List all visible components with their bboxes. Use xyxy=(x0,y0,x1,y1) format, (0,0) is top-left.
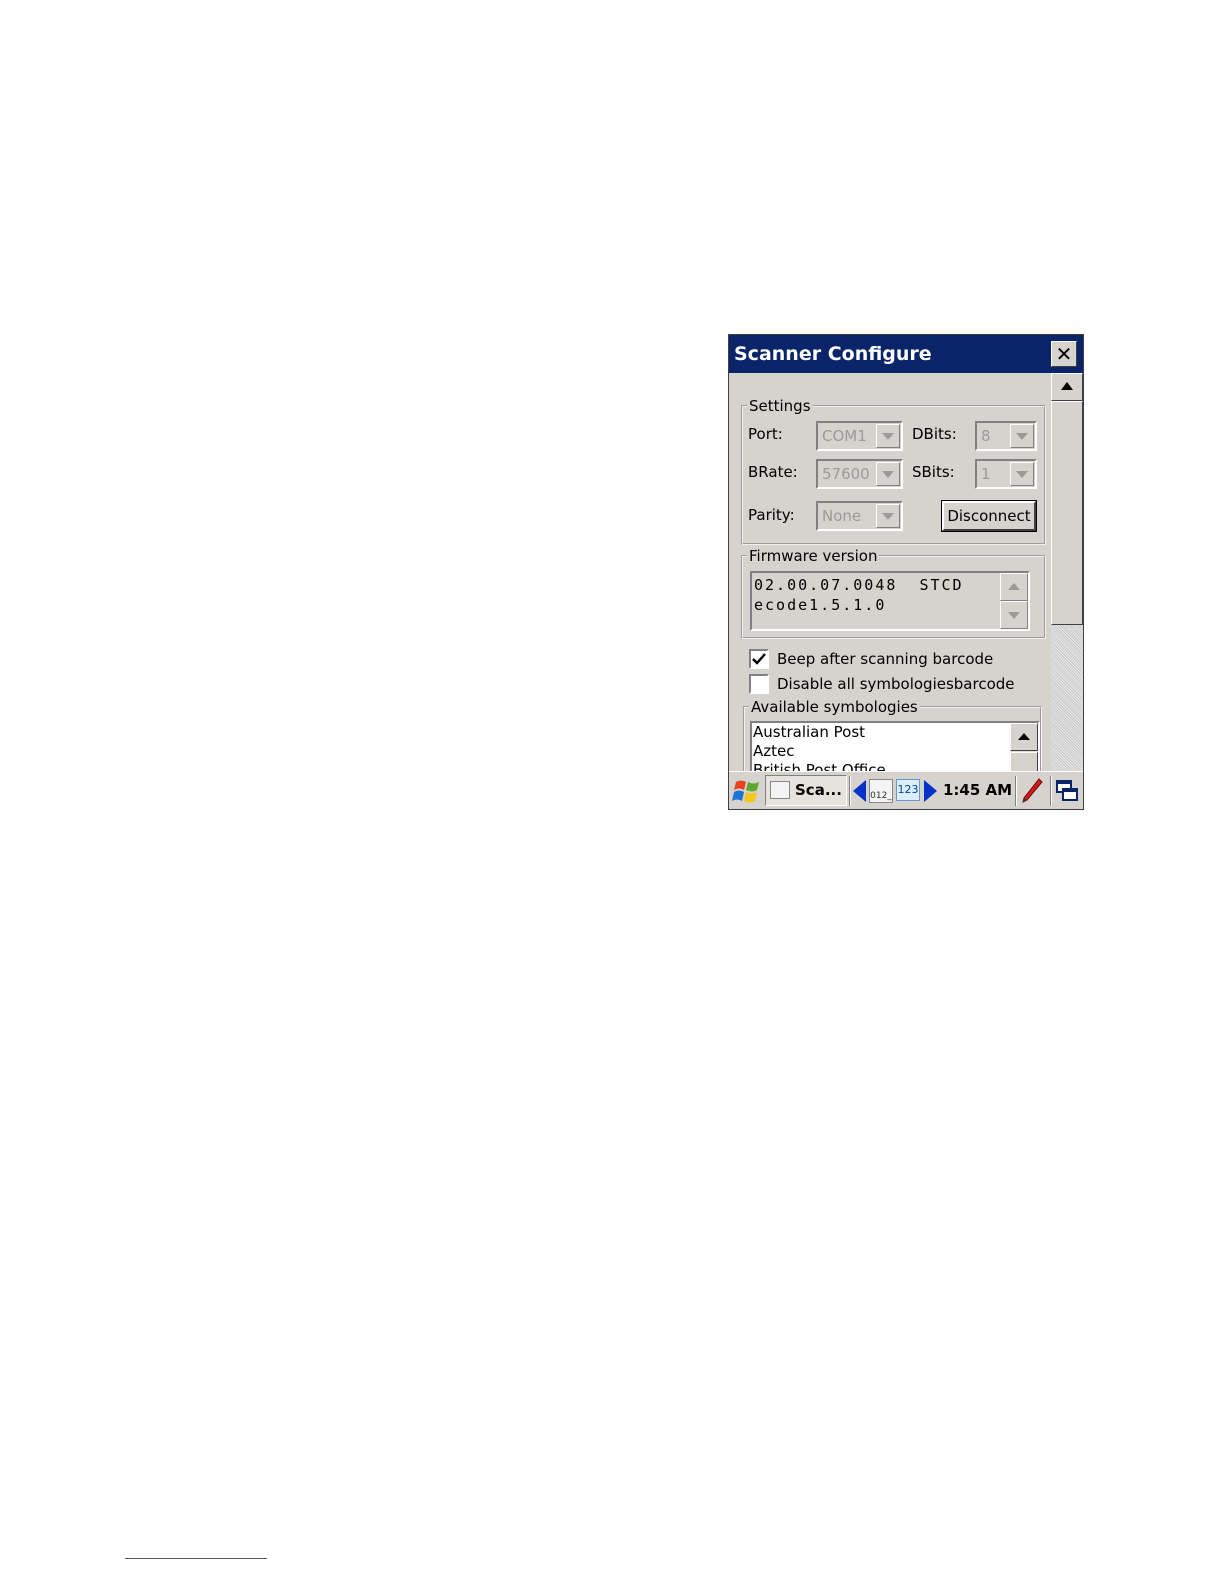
title-bar: Scanner Configure ✕ xyxy=(729,335,1083,373)
dbits-value: 8 xyxy=(981,427,991,445)
scanner-configure-window: Scanner Configure ✕ Settings Port: COM1 … xyxy=(728,334,1084,810)
close-icon: ✕ xyxy=(1055,342,1073,366)
settings-legend: Settings xyxy=(747,397,813,415)
parity-value: None xyxy=(822,507,862,525)
dbits-label: DBits: xyxy=(912,425,957,443)
chevron-down-icon[interactable] xyxy=(1010,424,1034,448)
beep-checkbox[interactable] xyxy=(749,649,769,669)
symbologies-list[interactable]: Australian Post Aztec British Post Offic… xyxy=(750,721,1040,771)
sbits-select[interactable]: 1 xyxy=(975,459,1037,489)
beep-label: Beep after scanning barcode xyxy=(777,650,994,668)
list-scrollbar[interactable] xyxy=(1010,723,1038,771)
dbits-select[interactable]: 8 xyxy=(975,421,1037,451)
symbologies-legend: Available symbologies xyxy=(749,698,920,716)
arrow-right-icon[interactable] xyxy=(924,780,937,802)
taskbar: Sca... 012_ 123 1:45 AM xyxy=(729,771,1083,809)
disable-label: Disable all symbologiesbarcode xyxy=(777,675,1015,693)
port-label: Port: xyxy=(748,425,783,443)
firmware-scrollbar[interactable] xyxy=(1000,573,1028,629)
firmware-text: 02.00.07.0048 STCD ecode1.5.1.0 xyxy=(754,576,964,614)
symbologies-group: Available symbologies Australian Post Az… xyxy=(743,698,1042,771)
arrow-left-icon[interactable] xyxy=(853,780,866,802)
taskbar-separator xyxy=(849,776,851,806)
sbits-label: SBits: xyxy=(912,463,955,481)
taskbar-scanner-task[interactable]: Sca... xyxy=(765,775,847,806)
numeric-input-icon[interactable]: 123 xyxy=(896,779,920,801)
firmware-group: Firmware version 02.00.07.0048 STCD ecod… xyxy=(741,547,1046,639)
list-item[interactable]: Aztec xyxy=(752,742,1038,761)
taskbar-separator xyxy=(1015,776,1017,806)
firmware-textbox[interactable]: 02.00.07.0048 STCD ecode1.5.1.0 xyxy=(750,571,1030,631)
port-value: COM1 xyxy=(822,427,867,445)
footnote-rule xyxy=(125,1558,267,1559)
window-scrollbar[interactable] xyxy=(1051,373,1083,771)
window-title: Scanner Configure xyxy=(734,343,932,365)
chevron-down-icon[interactable] xyxy=(876,424,900,448)
pen-icon[interactable] xyxy=(1019,776,1045,806)
brate-select[interactable]: 57600 xyxy=(816,459,903,489)
parity-select[interactable]: None xyxy=(816,501,903,531)
scroll-up-icon[interactable] xyxy=(1010,723,1038,751)
ime-icon[interactable]: 012_ xyxy=(869,779,893,803)
port-select[interactable]: COM1 xyxy=(816,421,903,451)
scroll-down-icon[interactable] xyxy=(1000,601,1028,629)
sbits-value: 1 xyxy=(981,465,991,483)
content-area: Settings Port: COM1 DBits: 8 BRate: 5760… xyxy=(729,373,1051,771)
windows-flag-icon[interactable] xyxy=(732,776,762,806)
windows-switch-icon[interactable] xyxy=(1055,779,1079,803)
list-item[interactable]: Australian Post xyxy=(752,723,1038,742)
list-item[interactable]: British Post Office xyxy=(752,761,1038,771)
close-button[interactable]: ✕ xyxy=(1051,341,1077,367)
scanner-app-icon xyxy=(770,781,790,799)
chevron-down-icon[interactable] xyxy=(876,504,900,528)
scroll-up-icon[interactable] xyxy=(1000,573,1028,601)
clock[interactable]: 1:45 AM xyxy=(943,781,1012,799)
checkmark-icon xyxy=(752,653,766,665)
settings-group: Settings Port: COM1 DBits: 8 BRate: 5760… xyxy=(741,397,1046,545)
scroll-up-icon[interactable] xyxy=(1051,373,1083,401)
firmware-legend: Firmware version xyxy=(747,547,880,565)
parity-label: Parity: xyxy=(748,506,795,524)
disable-checkbox[interactable] xyxy=(749,674,769,694)
brate-label: BRate: xyxy=(748,463,798,481)
chevron-down-icon[interactable] xyxy=(1010,462,1034,486)
task-label: Sca... xyxy=(795,781,842,799)
brate-value: 57600 xyxy=(822,465,870,483)
window-scroll-thumb[interactable] xyxy=(1051,401,1083,625)
chevron-down-icon[interactable] xyxy=(876,462,900,486)
list-scroll-thumb[interactable] xyxy=(1010,752,1038,771)
taskbar-separator xyxy=(1050,776,1052,806)
disconnect-button[interactable]: Disconnect xyxy=(941,500,1037,532)
